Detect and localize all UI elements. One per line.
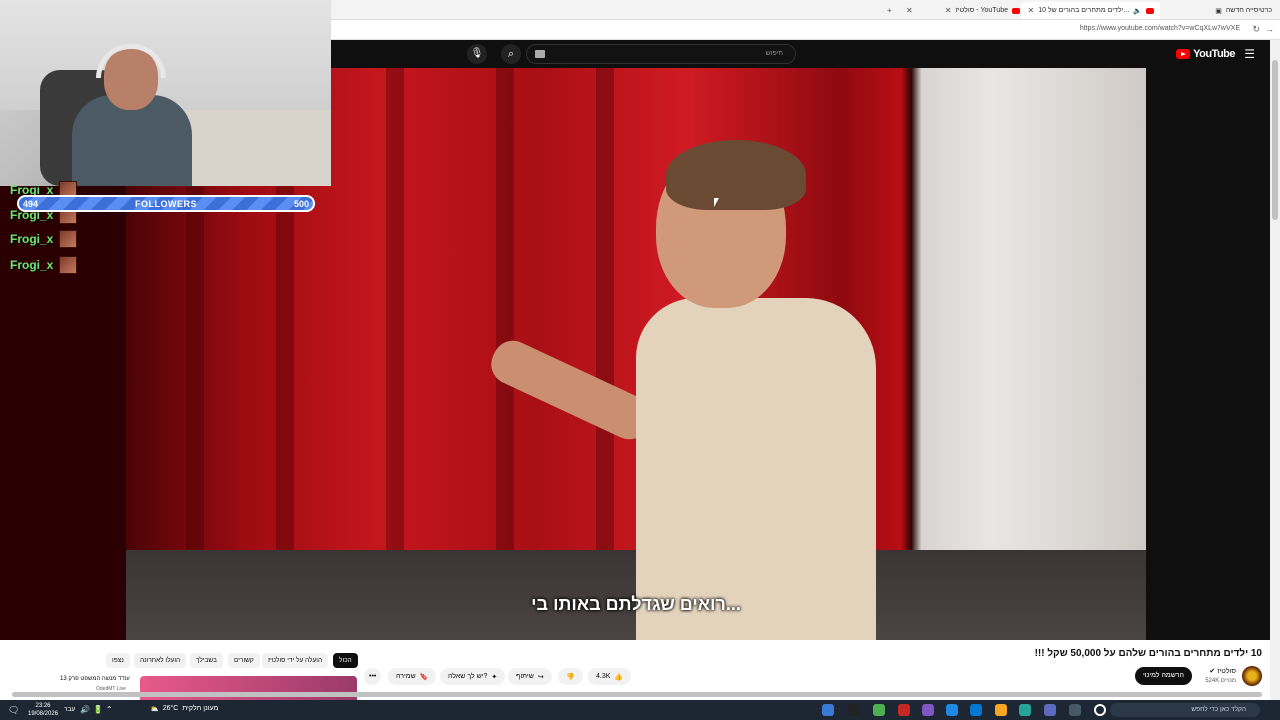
new-tab-button[interactable]: + [887, 2, 892, 19]
search-placeholder: חיפוש [765, 50, 783, 57]
channel-avatar[interactable] [1242, 666, 1262, 686]
mouse-cursor-icon [714, 198, 719, 207]
horizontal-scrollbar[interactable] [12, 692, 1262, 697]
right-dark-area [1146, 68, 1270, 640]
video-details: 10 ילדים מתחרים בהורים שלהם על 50,000 שק… [0, 640, 1270, 700]
followers-goal-bar: 494 FOLLOWERS 500 [17, 195, 315, 212]
chat-message: Frogi_x [10, 230, 78, 248]
video-subtitle: רואים שגדלתם באותו בי... [531, 594, 741, 614]
speaker-icon[interactable]: 🔈 [1133, 7, 1142, 15]
person-hair [666, 140, 806, 210]
tab-video[interactable]: ✕ 10 ילדים מתחרים בהורים של... 🔈 [1021, 2, 1160, 19]
close-icon[interactable]: ✕ [945, 6, 952, 15]
emote-icon [59, 256, 78, 274]
mic-button[interactable]: 🎙 [467, 44, 487, 64]
weather-icon: ⛅ [150, 706, 159, 713]
tab-new[interactable]: ▣ כרטיסייה חדשה [1215, 2, 1272, 19]
search-input[interactable]: חיפוש [526, 44, 796, 64]
nvidia-icon[interactable] [873, 704, 885, 716]
youtube-header: 🎙 ⌕ חיפוש YouTube ☰ [331, 40, 1270, 68]
save-button[interactable]: שמירה 🔖 [388, 668, 437, 685]
mail-icon[interactable] [946, 704, 958, 716]
youtube-favicon-icon [1146, 7, 1154, 14]
subscribe-button[interactable]: הרשמה למינוי [1134, 667, 1192, 685]
like-button[interactable]: 4.3K 👍 [588, 668, 632, 685]
obs-icon[interactable] [898, 704, 910, 716]
bookmark-icon: 🔖 [419, 673, 429, 681]
emote-icon [59, 230, 78, 248]
chip-recent[interactable]: הועלו לאחרונה [134, 653, 187, 668]
curtain-fold [596, 68, 614, 588]
chip-watched[interactable]: נצפו [106, 653, 130, 668]
chip-for-you[interactable]: בשבילך [190, 653, 223, 668]
scrollbar-thumb[interactable] [1272, 60, 1278, 220]
url-field[interactable]: https://www.youtube.com/watch?v=wCqXLw7w… [1080, 25, 1240, 32]
tab-channel[interactable]: ✕ סולטיז - YouTube [945, 2, 1020, 19]
more-icon: ••• [369, 673, 377, 680]
cortana-icon[interactable] [1094, 704, 1106, 716]
back-arrow-icon[interactable]: → [1265, 24, 1274, 34]
youtube-play-icon [1176, 49, 1191, 59]
keyboard-icon[interactable] [535, 50, 545, 58]
curtain-fold [496, 68, 514, 588]
task-view-icon[interactable] [1069, 704, 1081, 716]
browser-tabbar: ▣ כרטיסייה חדשה ✕ 10 ילדים מתחרים בהורים… [331, 0, 1280, 20]
youtube-logo[interactable]: YouTube [1176, 48, 1235, 60]
chip-channel[interactable]: הועלה על ידי סולטיז [262, 653, 329, 668]
chat-message: Frogi_x [10, 256, 78, 274]
plus-icon[interactable]: + [887, 6, 892, 15]
close-icon[interactable]: ✕ [1027, 6, 1034, 15]
channel-subscriber-count: 524K מנויים [1205, 678, 1236, 684]
weather-widget[interactable]: ⛅ 26°C מעונן חלקית [150, 705, 218, 713]
page-scrollbar[interactable] [1270, 40, 1280, 700]
address-bar: https://www.youtube.com/watch?v=wCqXLw7w… [331, 20, 1280, 40]
discord-icon[interactable] [922, 704, 934, 716]
steam-icon[interactable] [822, 704, 834, 716]
youtube-favicon-icon [1012, 7, 1020, 14]
notification-icon[interactable]: 🗨 [8, 705, 19, 716]
new-tab-icon: ▣ [1215, 7, 1222, 15]
share-button[interactable]: שיתוף ↪ [508, 668, 552, 685]
chip-all[interactable]: הכול [333, 653, 358, 668]
sparkle-icon: ✦ [491, 673, 498, 681]
close-icon[interactable]: ✕ [906, 6, 913, 15]
taskbar-search-input[interactable]: הקלד כאן כדי לחפש [1110, 703, 1260, 717]
curtain-fold [386, 68, 404, 588]
thumbs-down-icon: 👎 [566, 673, 575, 681]
search-icon: ⌕ [507, 48, 515, 60]
thumbs-up-icon: 👍 [614, 673, 624, 681]
more-actions-button[interactable]: ••• [364, 668, 382, 685]
store-icon[interactable] [970, 704, 982, 716]
screen: ▣ כרטיסייה חדשה ✕ 10 ילדים מתחרים בהורים… [0, 0, 1280, 720]
followers-goal: 500 [293, 199, 309, 209]
video-title: 10 ילדים מתחרים בהורים שלהם על 50,000 שק… [1034, 648, 1262, 659]
reload-icon[interactable]: ↻ [1252, 24, 1260, 35]
webcam-bed [170, 110, 331, 186]
channel-name[interactable]: ✔ סולטיז [1209, 667, 1236, 675]
windows-taskbar: 🗨 23:26 19/08/2026 עבר 🔊🔋⌃ ⛅ 26°C מעונן … [0, 700, 1280, 720]
close-window-tab[interactable]: ✕ [906, 2, 913, 19]
recommended-title[interactable]: עודד מנשה המשפט פרק 13 [60, 676, 130, 682]
share-icon: ↪ [537, 673, 544, 681]
mic-icon: 🎙 [470, 48, 484, 59]
ask-button[interactable]: יש לך שאלה? ✦ [440, 668, 506, 685]
chip-related[interactable]: קשורים [228, 653, 260, 668]
search-button[interactable]: ⌕ [501, 44, 521, 64]
taskbar-clock[interactable]: 23:26 19/08/2026 [28, 702, 58, 718]
language-indicator[interactable]: עבר [64, 706, 75, 713]
hamburger-menu-icon[interactable]: ☰ [1244, 47, 1255, 61]
copilot-icon[interactable] [1044, 704, 1056, 716]
edge-icon[interactable] [1019, 704, 1031, 716]
github-icon[interactable] [848, 704, 860, 716]
system-tray-icons[interactable]: 🔊🔋⌃ [80, 705, 116, 714]
webcam-overlay [0, 0, 331, 186]
folder-icon[interactable] [995, 704, 1007, 716]
followers-label: FOLLOWERS [135, 199, 197, 209]
dislike-button[interactable]: 👎 [558, 668, 583, 685]
person-body [636, 298, 876, 640]
